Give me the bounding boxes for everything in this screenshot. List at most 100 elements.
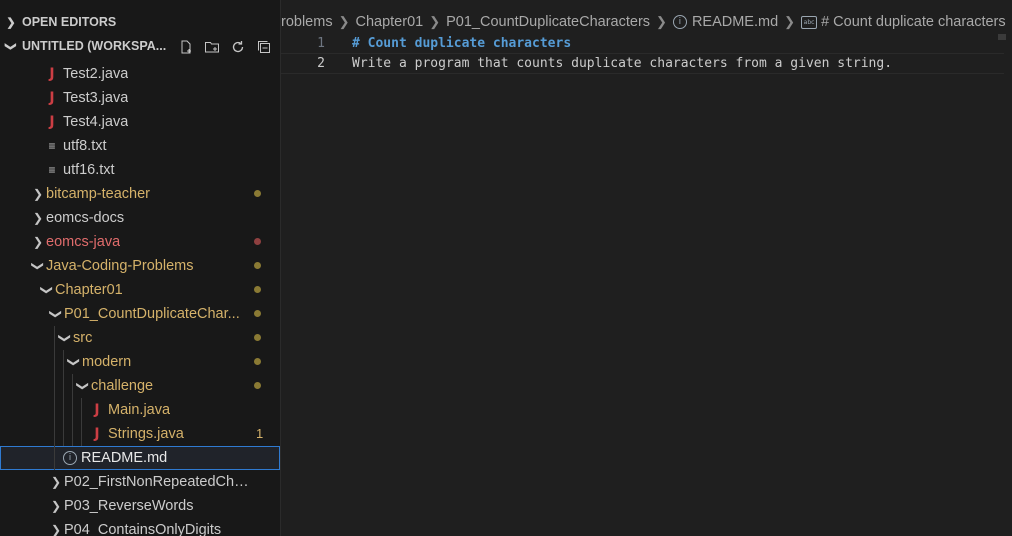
tree-item-label: Strings.java — [108, 426, 184, 442]
indent-guide — [63, 374, 64, 398]
chevron-down-icon: ❯ — [31, 260, 45, 272]
tree-item-label: bitcamp-teacher — [46, 186, 150, 202]
info-icon: i — [61, 451, 79, 465]
editor-line[interactable]: 1 # Count duplicate characters — [281, 34, 1004, 53]
chevron-down-icon: ❯ — [4, 41, 17, 51]
tree-item[interactable]: ❯ bitcamp-teacher — [0, 182, 280, 206]
error-dot-icon — [254, 238, 261, 245]
indent-guide — [63, 398, 64, 422]
tree-item[interactable]: J Test3.java — [0, 86, 280, 110]
tree-item[interactable]: ❯ Java-Coding-Problems — [0, 254, 280, 278]
breadcrumb-item-file[interactable]: README.md — [692, 14, 778, 30]
chevron-down-icon: ❯ — [40, 284, 54, 296]
tree-item-label: challenge — [91, 378, 154, 394]
tree-item-label: P01_CountDuplicateChar... — [64, 306, 240, 322]
tree-item-label: P02_FirstNonRepeatedCharac... — [64, 474, 254, 490]
tree-item[interactable]: ❯ P01_CountDuplicateChar... — [0, 302, 280, 326]
indent-guide — [72, 398, 73, 422]
explorer-sidebar: ❯ OPEN EDITORS ❯ UNTITLED (WORKSPA... JT… — [0, 0, 281, 536]
editor-line-current[interactable]: 2 Write a program that counts duplicate … — [281, 53, 1004, 74]
problem-count-badge: 1 — [256, 426, 264, 441]
overview-ruler[interactable] — [998, 34, 1006, 40]
chevron-right-icon: ❯ — [50, 523, 62, 536]
tree-item[interactable]: ❯ P04_ContainsOnlyDigits — [0, 518, 280, 536]
tree-item[interactable]: J Test2.java — [0, 62, 280, 86]
chevron-right-icon: ❯ — [50, 475, 62, 489]
chevron-right-icon: ❯ — [50, 499, 62, 513]
tree-item[interactable]: ≡ utf8.txt — [0, 134, 280, 158]
indent-guide — [72, 374, 73, 398]
modified-dot-icon — [254, 334, 261, 341]
tree-item[interactable]: ❯ Chapter01 — [0, 278, 280, 302]
tree-item-label: modern — [82, 354, 132, 370]
breadcrumb-item-symbol[interactable]: # Count duplicate characters — [821, 14, 1006, 30]
collapse-all-icon[interactable] — [254, 37, 274, 57]
java-file-icon: J — [94, 402, 100, 418]
chevron-right-icon: ❯ — [32, 187, 44, 201]
new-folder-icon[interactable] — [202, 37, 222, 57]
tree-item[interactable]: ❯ modern — [0, 350, 280, 374]
tree-item[interactable]: ❯ src — [0, 326, 280, 350]
java-file-icon: J — [94, 426, 100, 442]
open-editors-label: OPEN EDITORS — [22, 15, 117, 29]
indent-guide — [54, 398, 55, 422]
tree-item-label: README.md — [81, 450, 168, 466]
text-file-icon: ≡ — [48, 163, 56, 177]
indent-guide — [72, 422, 73, 446]
line-number: 1 — [317, 36, 325, 51]
markdown-heading: # Count duplicate characters — [352, 36, 572, 51]
tree-item[interactable]: ❯ P03_ReverseWords — [0, 494, 280, 518]
tree-item[interactable]: ❯ challenge — [0, 374, 280, 398]
java-file-icon: J — [49, 90, 55, 106]
line-number: 2 — [317, 56, 325, 71]
tree-item[interactable]: J Strings.java 1 — [0, 422, 280, 446]
chevron-right-icon: ❯ — [32, 235, 44, 249]
modified-dot-icon — [254, 262, 261, 269]
tree-item[interactable]: i README.md — [0, 446, 280, 470]
breadcrumb-item-folder[interactable]: roblems — [281, 14, 333, 30]
breadcrumb: roblems ❯ Chapter01 ❯ P01_CountDuplicate… — [281, 10, 1012, 34]
workspace-header[interactable]: ❯ UNTITLED (WORKSPA... — [0, 35, 280, 57]
chevron-down-icon: ❯ — [76, 380, 90, 392]
info-icon: i — [672, 15, 687, 29]
chevron-right-icon: ❯ — [429, 14, 441, 29]
tree-item-label: P03_ReverseWords — [64, 498, 194, 514]
tree-item[interactable]: ❯ eomcs-docs — [0, 206, 280, 230]
chevron-right-icon: ❯ — [784, 14, 796, 29]
chevron-down-icon: ❯ — [49, 308, 63, 320]
tree-item-label: Test2.java — [63, 66, 129, 82]
chevron-down-icon: ❯ — [67, 356, 81, 368]
chevron-right-icon: ❯ — [6, 16, 16, 29]
breadcrumb-item-chapter[interactable]: Chapter01 — [355, 14, 423, 30]
indent-guide — [54, 374, 55, 398]
tree-item-label: src — [73, 330, 93, 346]
editor-area[interactable]: 1 # Count duplicate characters 2 Write a… — [281, 34, 1012, 536]
tree-item[interactable]: J Test4.java — [0, 110, 280, 134]
indent-guide — [81, 398, 82, 422]
tree-item[interactable]: ❯ eomcs-java — [0, 230, 280, 254]
indent-guide — [63, 350, 64, 374]
refresh-icon[interactable] — [228, 37, 248, 57]
tree-item-label: utf16.txt — [63, 162, 115, 178]
indent-guide — [63, 422, 64, 446]
tree-item-label: utf8.txt — [63, 138, 107, 154]
open-editors-header[interactable]: ❯ OPEN EDITORS — [0, 11, 280, 33]
new-file-icon[interactable] — [176, 37, 196, 57]
workspace-label: UNTITLED (WORKSPA... — [22, 39, 167, 53]
tree-item-label: Main.java — [108, 402, 171, 418]
indent-guide — [54, 422, 55, 446]
file-tree: J Test2.java J Test3.java J Test4.java ≡ utf8.t… — [0, 62, 280, 536]
tree-item-label: Chapter01 — [55, 282, 123, 298]
indent-guide — [81, 422, 82, 446]
tree-item[interactable]: ❯ P02_FirstNonRepeatedCharac... — [0, 470, 280, 494]
indent-guide — [54, 350, 55, 374]
chevron-right-icon: ❯ — [338, 14, 350, 29]
chevron-down-icon: ❯ — [58, 332, 72, 344]
text-file-icon: ≡ — [48, 139, 56, 153]
tree-item[interactable]: ≡ utf16.txt — [0, 158, 280, 182]
tree-item-label: P04_ContainsOnlyDigits — [64, 522, 222, 536]
chevron-right-icon: ❯ — [32, 211, 44, 225]
tree-item-label: eomcs-java — [46, 234, 121, 250]
breadcrumb-item-problem[interactable]: P01_CountDuplicateCharacters — [446, 14, 650, 30]
tree-item[interactable]: J Main.java — [0, 398, 280, 422]
